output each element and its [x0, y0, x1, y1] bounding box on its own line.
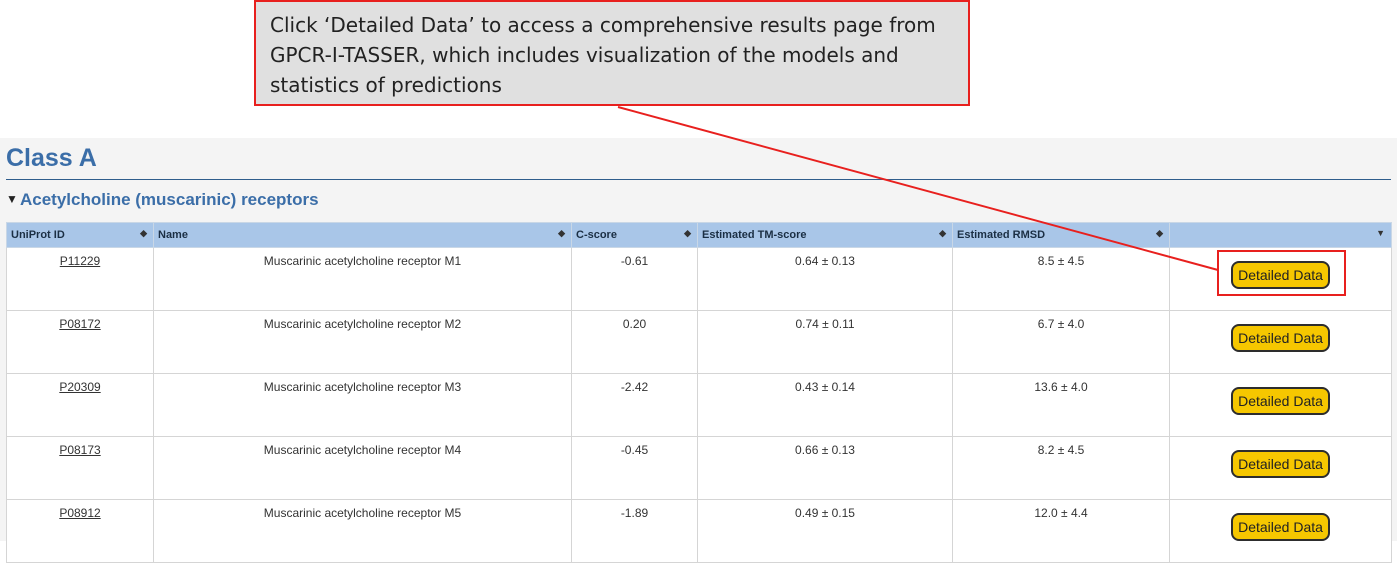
annotation-callout: Click ‘Detailed Data’ to access a compre…: [254, 0, 970, 106]
table-row: P11229 Muscarinic acetylcholine receptor…: [6, 247, 1392, 311]
detailed-data-button[interactable]: Detailed Data: [1231, 324, 1330, 352]
table-row: P08912 Muscarinic acetylcholine receptor…: [6, 499, 1392, 563]
detailed-data-button[interactable]: Detailed Data: [1231, 387, 1330, 415]
rmsd-value: 8.5 ± 4.5: [952, 247, 1170, 311]
tm-score-value: 0.74 ± 0.11: [697, 310, 953, 374]
highlight-box: [1217, 250, 1346, 296]
uniprot-link[interactable]: P20309: [59, 380, 100, 394]
title-divider: [6, 179, 1391, 180]
rmsd-value: 13.6 ± 4.0: [952, 373, 1170, 437]
column-header-actions[interactable]: ▼: [1169, 222, 1392, 248]
sort-icon: ◆: [939, 228, 946, 238]
table-row: P20309 Muscarinic acetylcholine receptor…: [6, 373, 1392, 437]
tm-score-value: 0.64 ± 0.13: [697, 247, 953, 311]
page-title: Class A: [6, 144, 97, 172]
tm-score-value: 0.66 ± 0.13: [697, 436, 953, 500]
tm-score-value: 0.43 ± 0.14: [697, 373, 953, 437]
uniprot-link[interactable]: P08173: [59, 443, 100, 457]
cscore-value: -0.45: [571, 436, 698, 500]
receptor-name: Muscarinic acetylcholine receptor M1: [153, 247, 572, 311]
rmsd-value: 8.2 ± 4.5: [952, 436, 1170, 500]
uniprot-link[interactable]: P08172: [59, 317, 100, 331]
results-page: Class A ▼ Acetylcholine (muscarinic) rece…: [0, 138, 1397, 563]
callout-line-1: Click ‘Detailed Data’ to access a compre…: [270, 13, 936, 37]
receptor-name: Muscarinic acetylcholine receptor M3: [153, 373, 572, 437]
receptor-name: Muscarinic acetylcholine receptor M4: [153, 436, 572, 500]
sort-icon: ◆: [140, 228, 147, 238]
column-header-rmsd[interactable]: Estimated RMSD ◆: [952, 222, 1170, 248]
results-table: UniProt ID ◆ Name ◆ C-score ◆ Estimated TM-…: [6, 222, 1392, 563]
column-header-cscore[interactable]: C-score ◆: [571, 222, 698, 248]
callout-line-3: statistics of predictions: [270, 73, 502, 97]
column-header-name[interactable]: Name ◆: [153, 222, 572, 248]
column-header-uniprot[interactable]: UniProt ID ◆: [6, 222, 154, 248]
table-row: P08173 Muscarinic acetylcholine receptor…: [6, 436, 1392, 500]
detailed-data-button[interactable]: Detailed Data: [1231, 513, 1330, 541]
sort-icon: ◆: [1156, 228, 1163, 238]
sort-icon: ◆: [684, 228, 691, 238]
cscore-value: 0.20: [571, 310, 698, 374]
cscore-value: -0.61: [571, 247, 698, 311]
column-header-tm-score[interactable]: Estimated TM-score ◆: [697, 222, 953, 248]
uniprot-link[interactable]: P08912: [59, 506, 100, 520]
group-toggle[interactable]: ▼ Acetylcholine (muscarinic) receptors: [6, 190, 319, 210]
cscore-value: -1.89: [571, 499, 698, 563]
rmsd-value: 12.0 ± 4.4: [952, 499, 1170, 563]
sort-icon: ◆: [558, 228, 565, 238]
table-header-row: UniProt ID ◆ Name ◆ C-score ◆ Estimated TM-…: [6, 222, 1392, 248]
receptor-name: Muscarinic acetylcholine receptor M5: [153, 499, 572, 563]
cscore-value: -2.42: [571, 373, 698, 437]
rmsd-value: 6.7 ± 4.0: [952, 310, 1170, 374]
tm-score-value: 0.49 ± 0.15: [697, 499, 953, 563]
chevron-down-icon: ▼: [1376, 228, 1385, 238]
callout-line-2: GPCR-I-TASSER, which includes visualizat…: [270, 43, 899, 67]
table-row: P08172 Muscarinic acetylcholine receptor…: [6, 310, 1392, 374]
detailed-data-button[interactable]: Detailed Data: [1231, 450, 1330, 478]
triangle-down-icon: ▼: [6, 192, 18, 206]
uniprot-link[interactable]: P11229: [60, 254, 100, 268]
receptor-name: Muscarinic acetylcholine receptor M2: [153, 310, 572, 374]
group-heading-label: Acetylcholine (muscarinic) receptors: [20, 190, 319, 209]
